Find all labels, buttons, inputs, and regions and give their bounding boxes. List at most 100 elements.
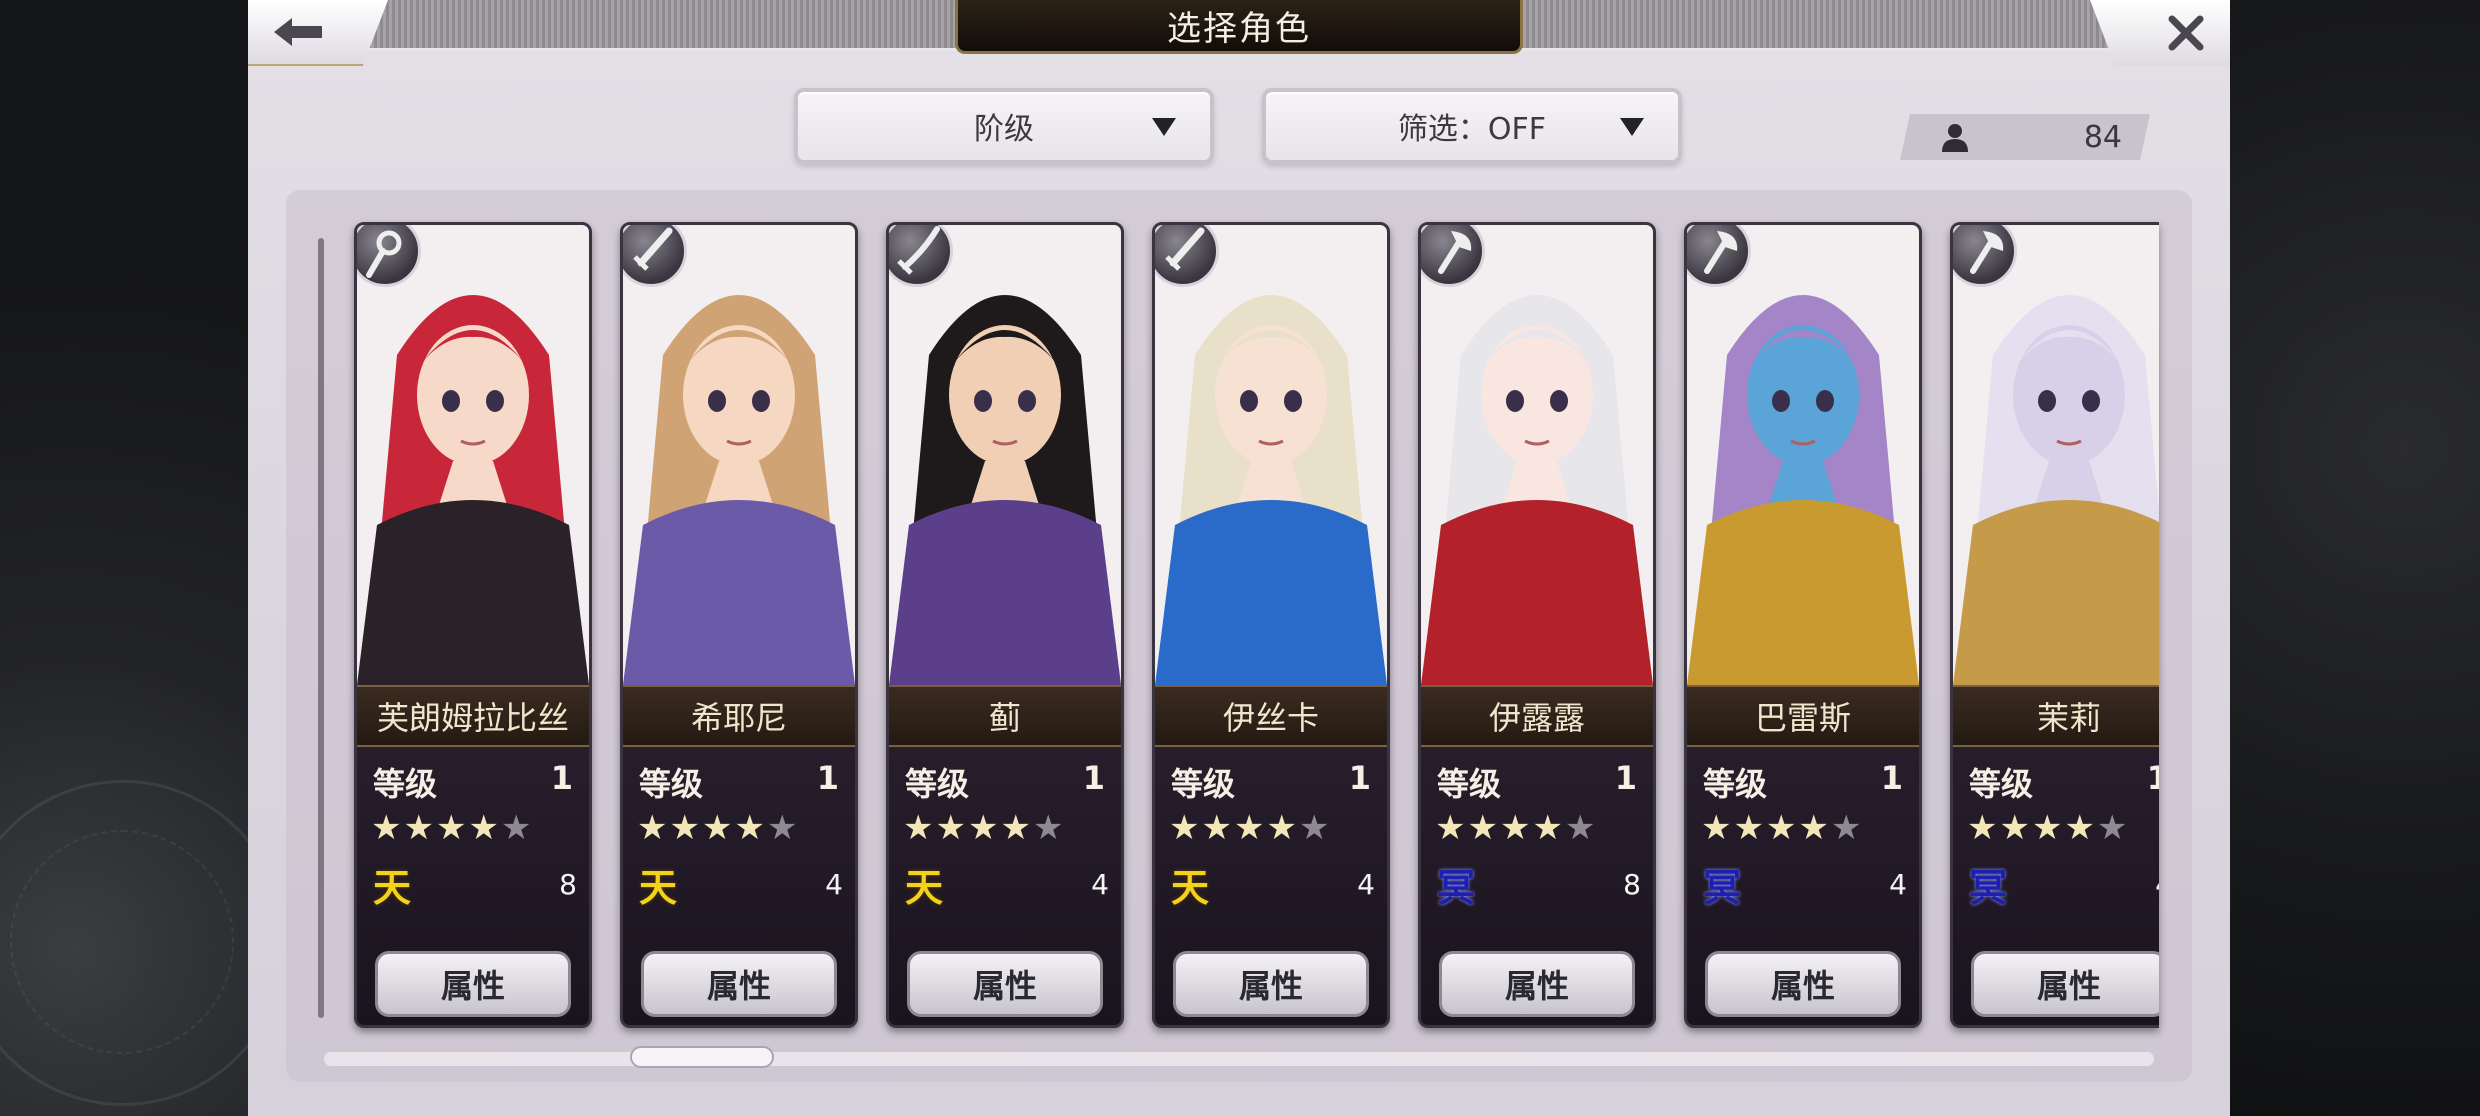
star-filled-icon: ★	[1169, 808, 1200, 848]
attribute-button[interactable]: 属性	[1173, 951, 1369, 1017]
chevron-down-icon	[1620, 118, 1644, 136]
axe-icon	[1970, 231, 2004, 274]
attribute-button[interactable]: 属性	[375, 951, 571, 1017]
element-count: 4	[1091, 868, 1109, 901]
axe-icon	[1438, 231, 1472, 274]
level-label: 等级	[1703, 765, 1768, 803]
list-left-edge	[318, 238, 324, 1018]
star-filled-icon: ★	[2064, 808, 2095, 848]
person-icon	[1942, 124, 1968, 152]
character-card[interactable]: 茉莉等级 1 ★★★★★ 冥 4 属性	[1950, 222, 2159, 1028]
attribute-button[interactable]: 属性	[1705, 951, 1901, 1017]
star-empty-icon: ★	[1032, 808, 1064, 848]
chevron-down-icon	[1152, 118, 1176, 136]
sword-icon	[633, 227, 673, 271]
star-filled-icon: ★	[1733, 808, 1764, 848]
element-row: 天8	[373, 857, 577, 912]
level-value: 1	[2147, 759, 2159, 805]
character-card[interactable]: 伊露露 等级 1 ★ ★ ★ ★ ★ 冥 8 属性	[1418, 222, 1656, 1028]
back-arrow-icon	[274, 18, 322, 46]
element-row: 天4	[639, 857, 843, 912]
element-row: 天4	[1171, 857, 1375, 912]
level-label: 等级	[905, 765, 970, 803]
level-value: 1	[1082, 759, 1105, 797]
weapon-type-badge	[623, 225, 687, 287]
character-portrait	[1687, 225, 1919, 685]
sword-icon	[1165, 227, 1205, 271]
character-name: 巴雷斯	[1687, 685, 1919, 747]
character-stats: 等级 1 ★ ★ ★ ★ ★ 冥 8 属性	[1421, 747, 1653, 1025]
rarity-stars: ★ ★ ★ ★ ★	[1169, 811, 1329, 845]
star-filled-icon: ★	[903, 808, 934, 848]
character-name: 芙朗姆拉比丝	[357, 685, 589, 747]
star-filled-icon: ★	[967, 808, 999, 848]
element-row: 冥8	[1437, 857, 1641, 912]
rarity-stars: ★ ★ ★ ★ ★	[1967, 811, 2127, 845]
element-count: 4	[1357, 868, 1375, 901]
element-icon: 天	[905, 866, 944, 910]
star-empty-icon: ★	[2096, 808, 2128, 848]
star-empty-icon: ★	[500, 808, 532, 848]
star-filled-icon: ★	[935, 808, 966, 848]
page-title: 选择角色	[955, 0, 1523, 54]
weapon-type-badge	[1687, 225, 1751, 287]
character-card[interactable]: 巴雷斯 等级 1 ★ ★ ★ ★ ★ 冥 4 属性	[1684, 222, 1922, 1028]
level-row: 等级 1	[1171, 759, 1371, 805]
attribute-button[interactable]: 属性	[907, 951, 1103, 1017]
level-row: 等级 1	[1437, 759, 1637, 805]
character-card[interactable]: 蓟等级 1 ★ ★ ★ ★ ★ 天 4 属性	[886, 222, 1124, 1028]
element-icon: 天	[639, 866, 678, 910]
element-count: 4	[2155, 868, 2159, 901]
rank-sort-dropdown[interactable]: 阶级	[794, 88, 1214, 164]
character-portrait	[1421, 225, 1653, 685]
star-filled-icon: ★	[637, 808, 668, 848]
star-empty-icon: ★	[1830, 808, 1862, 848]
level-row: 等级 1	[1703, 759, 1903, 805]
star-filled-icon: ★	[1201, 808, 1232, 848]
element-icon: 冥	[1969, 866, 2008, 910]
star-filled-icon: ★	[734, 808, 765, 848]
character-card[interactable]: 希耶尼 等级 1 ★ ★ ★ ★ ★ 天 4 属性	[620, 222, 858, 1028]
level-row: 等级 1	[905, 759, 1105, 805]
attribute-button[interactable]: 属性	[641, 951, 837, 1017]
level-label: 等级	[1969, 765, 2034, 803]
level-value: 1	[816, 759, 839, 797]
level-label: 等级	[373, 765, 438, 803]
attribute-button[interactable]: 属性	[1439, 951, 1635, 1017]
filter-dropdown[interactable]: 筛选：OFF	[1262, 88, 1682, 164]
character-stats: 等级 1 ★★★★★ 冥 4 属性	[1953, 747, 2159, 1025]
rarity-stars: ★ ★ ★ ★ ★	[637, 811, 797, 845]
character-name: 伊露露	[1421, 685, 1653, 747]
character-stats: 等级1★★★★★冥4属性	[1687, 747, 1919, 1025]
star-filled-icon: ★	[1266, 808, 1297, 848]
character-stats: 等级 1 ★ ★ ★ ★ ★ 天 4 属性	[889, 747, 1121, 1025]
character-card[interactable]: 芙朗姆拉比丝 等级 1 ★ ★ ★ ★ ★ 天 8 属性	[354, 222, 592, 1028]
character-card[interactable]: 伊丝卡 等级 1 ★ ★ ★ ★ ★ 天 4 属性	[1152, 222, 1390, 1028]
star-filled-icon: ★	[1701, 808, 1732, 848]
element-icon: 天	[1171, 866, 1210, 910]
katana-icon	[897, 226, 940, 275]
star-filled-icon: ★	[2031, 808, 2063, 848]
filter-dropdown-label: 筛选：OFF	[1397, 112, 1547, 147]
weapon-type-badge	[1421, 225, 1485, 287]
attribute-button[interactable]: 属性	[1971, 951, 2159, 1017]
level-row: 等级 1	[639, 759, 839, 805]
character-name: 希耶尼	[623, 685, 855, 747]
character-portrait	[1953, 225, 2159, 685]
horizontal-scrollbar-thumb[interactable]	[630, 1046, 774, 1068]
level-value: 1	[1614, 759, 1637, 797]
horizontal-scrollbar-track[interactable]	[324, 1052, 2154, 1066]
character-stats: 等级 1 ★ ★ ★ ★ ★ 天 4 属性	[623, 747, 855, 1025]
character-portrait	[889, 225, 1121, 685]
level-value: 1	[550, 759, 573, 797]
element-icon: 冥	[1703, 866, 1742, 910]
close-button[interactable]	[2090, 0, 2230, 66]
element-count: 8	[1623, 868, 1641, 901]
character-name: 茉莉	[1953, 685, 2159, 747]
rune-circle-inner-decoration	[10, 830, 234, 1054]
star-filled-icon: ★	[1798, 808, 1829, 848]
close-icon	[2168, 15, 2204, 51]
back-button[interactable]	[248, 0, 388, 66]
character-name: 伊丝卡	[1155, 685, 1387, 747]
element-icon: 天	[373, 866, 412, 910]
